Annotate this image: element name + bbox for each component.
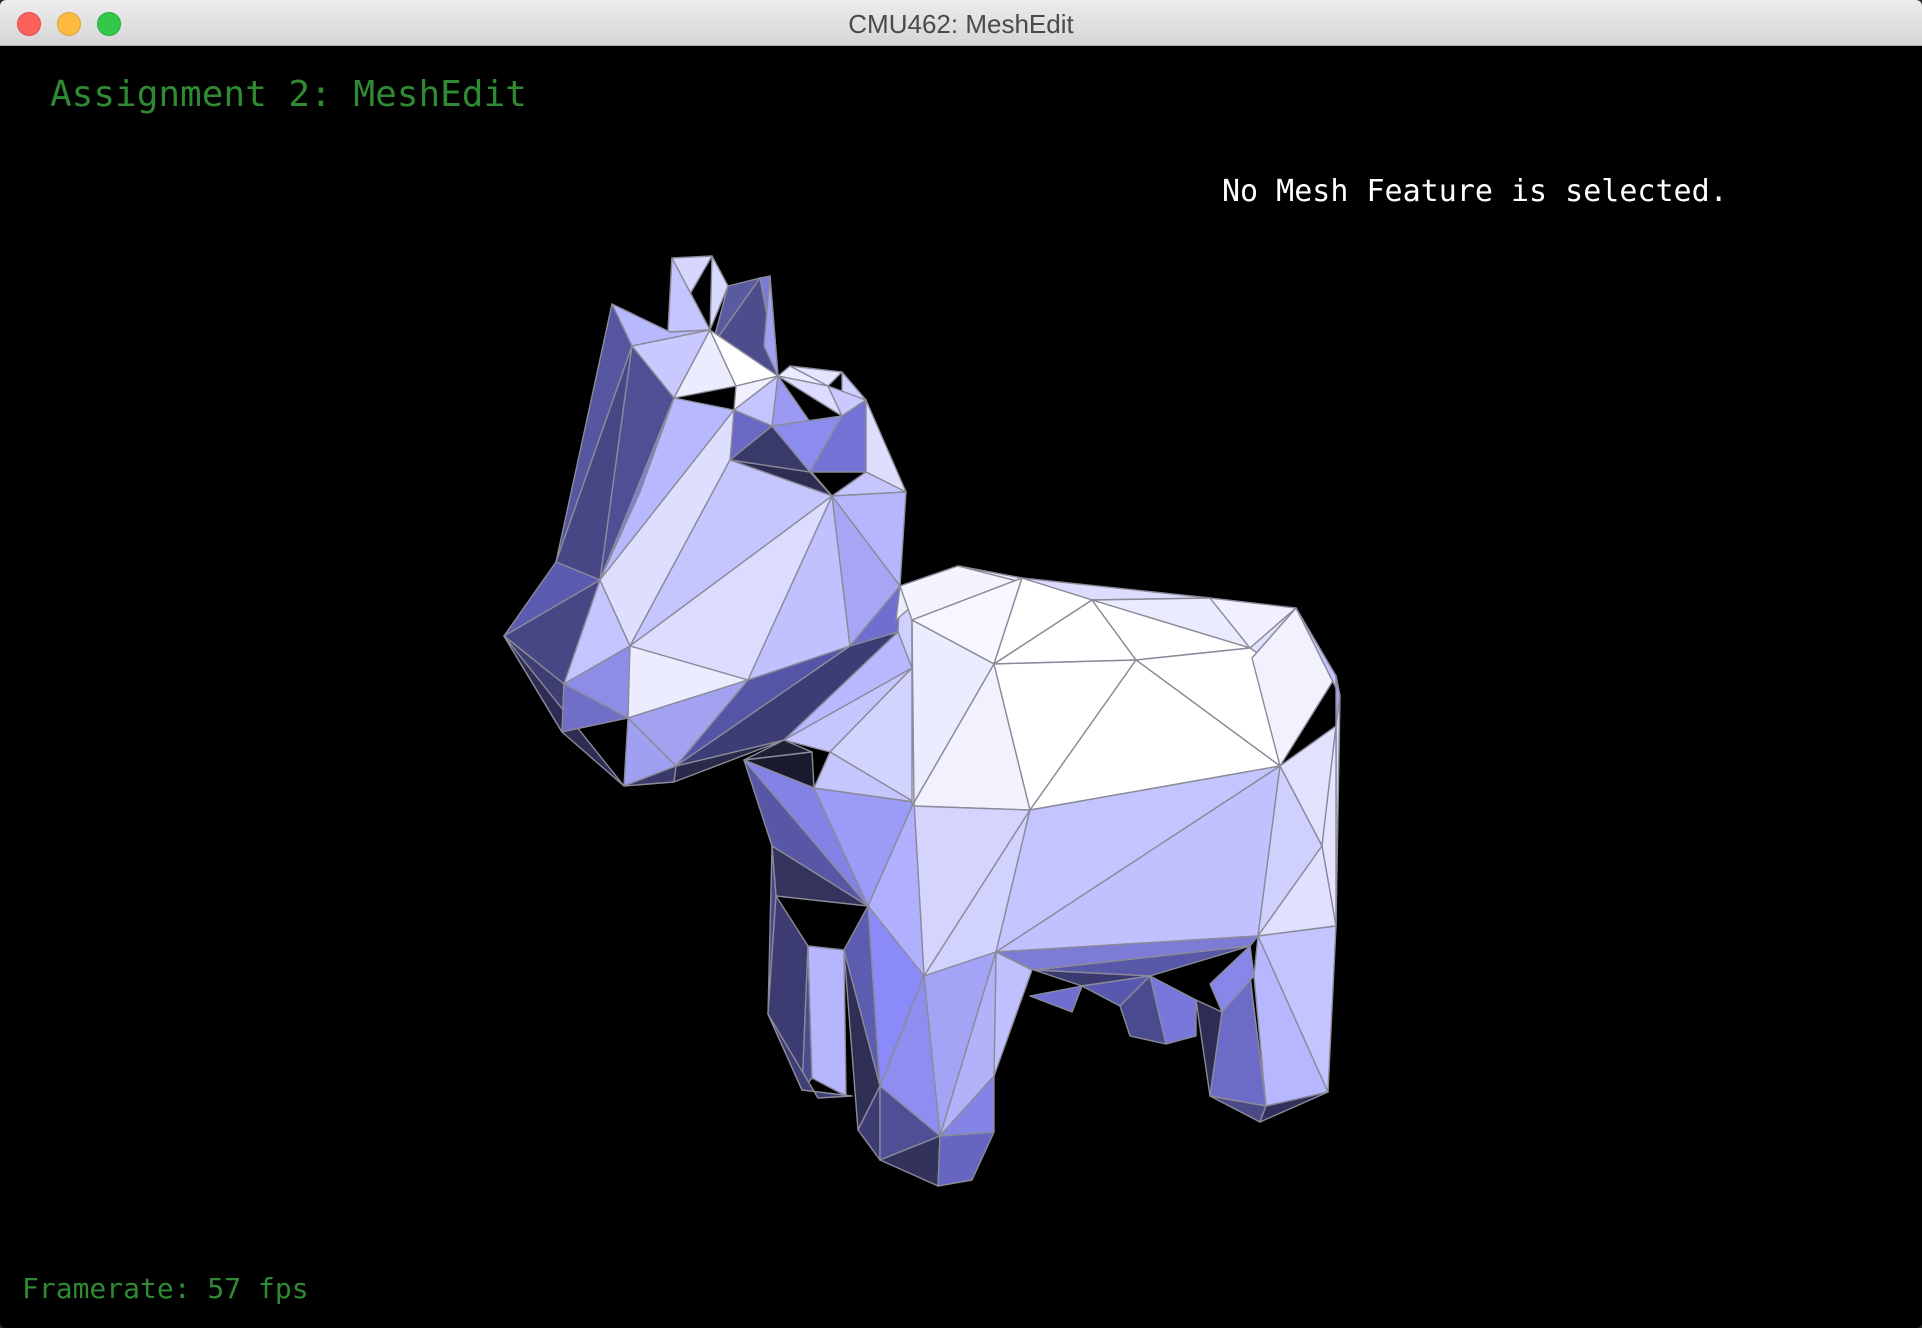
framerate-readout: Framerate: 57 fps (22, 1272, 309, 1305)
mesh-viewport[interactable]: Assignment 2: MeshEdit No Mesh Feature i… (0, 46, 1922, 1328)
mesh-model[interactable] (0, 46, 1922, 1328)
mesh-face[interactable] (807, 945, 847, 1097)
window-title: CMU462: MeshEdit (848, 9, 1074, 39)
mesh-face[interactable] (767, 895, 809, 1091)
mesh-face[interactable] (993, 951, 1033, 1077)
mesh-face[interactable] (1029, 985, 1083, 1013)
app-window: CMU462: MeshEdit Assignment 2: MeshEdit … (0, 0, 1922, 1328)
mesh-face[interactable] (937, 1131, 995, 1187)
assignment-title: Assignment 2: MeshEdit (50, 74, 527, 115)
title-bar[interactable]: CMU462: MeshEdit (0, 0, 1922, 46)
selection-status: No Mesh Feature is selected. (1222, 174, 1728, 209)
